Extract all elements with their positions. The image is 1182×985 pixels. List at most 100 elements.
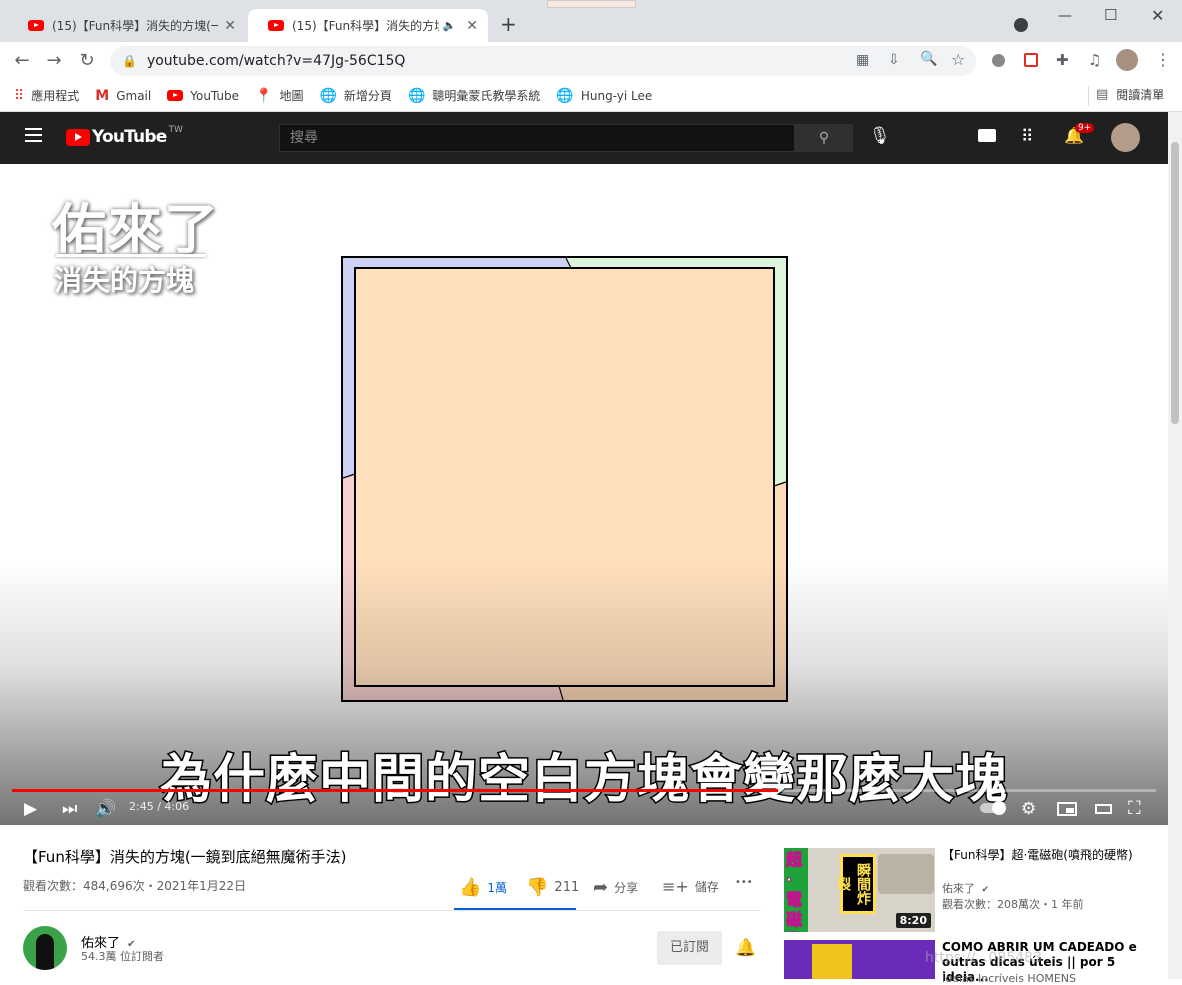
bookmark-hung-yi-lee[interactable]: 🌐 Hung-yi Lee <box>556 88 652 104</box>
reading-list-button[interactable]: ▤ 閱讀清單 <box>1096 86 1164 103</box>
bookmark-gmail[interactable]: M Gmail <box>95 88 151 104</box>
player-controls: ▶ ⏭ 🔊 2:45 / 4:06 ⚙ ⛶ <box>0 795 1168 825</box>
channel-avatar[interactable] <box>23 926 67 970</box>
create-video-icon[interactable] <box>978 129 996 142</box>
theater-mode-icon[interactable] <box>1095 804 1112 814</box>
youtube-apps-icon[interactable]: ⠿ <box>1021 127 1033 147</box>
speaker-audio-icon[interactable]: 🔈 <box>443 19 457 32</box>
time-display: 2:45 / 4:06 <box>129 800 190 813</box>
youtube-favicon-icon <box>268 20 284 31</box>
volume-icon[interactable]: 🔊 <box>95 797 116 821</box>
channel-watermark-title: 佑來了 <box>52 198 220 261</box>
bookmark-label: Gmail <box>116 88 152 103</box>
bookmark-star-icon[interactable]: ☆ <box>951 50 965 69</box>
autoplay-toggle[interactable] <box>980 801 1006 815</box>
media-queue-icon[interactable]: ♫ <box>1088 51 1101 69</box>
tab-close-icon[interactable]: ✕ <box>224 18 236 34</box>
bookmarks-divider <box>1088 86 1089 106</box>
logo-text: YouTube <box>92 127 167 147</box>
search-icon: ⚲ <box>818 130 830 146</box>
url-text: youtube.com/watch?v=47Jg-56C15Q <box>146 53 406 69</box>
search-button[interactable]: ⚲ <box>795 124 853 152</box>
qr-code-icon[interactable]: ▦ <box>856 52 869 68</box>
progress-bar[interactable] <box>12 789 1156 792</box>
miniplayer-icon[interactable] <box>1057 802 1077 816</box>
new-tab-button[interactable]: + <box>500 12 517 36</box>
watermark-underline <box>56 254 206 257</box>
play-icon[interactable]: ▶ <box>24 797 37 821</box>
tab-search-icon[interactable] <box>1014 18 1028 32</box>
account-avatar[interactable] <box>1111 123 1140 152</box>
bookmark-label: 應用程式 <box>31 89 80 103</box>
recommendation-title-1[interactable]: 【Fun科學】超·電磁砲(噴飛的硬幣) <box>942 848 1138 863</box>
video-player[interactable]: 佑來了 消失的方塊 為什麼中間的空白方塊會變那麼大塊 ▶ ⏭ 🔊 2:45 / … <box>0 165 1168 825</box>
region-code: TW <box>168 125 183 135</box>
maximize-window-button[interactable]: ☐ <box>1104 6 1117 24</box>
thumbnail-text-2: 瞬間炸裂 <box>835 854 876 914</box>
share-arrow-icon: ➦ <box>593 877 609 898</box>
thumbs-up-icon: 👍 <box>459 877 482 898</box>
browser-tab-2-active[interactable]: (15)【Fun科學】消失的方塊 🔈 ✕ <box>248 9 488 42</box>
scrollbar-thumb[interactable] <box>1171 142 1179 424</box>
share-button[interactable]: ➦ 分享 <box>593 877 638 898</box>
youtube-icon <box>167 90 184 101</box>
bookmark-youtube[interactable]: YouTube <box>167 89 239 103</box>
address-bar[interactable]: 🔒 youtube.com/watch?v=47Jg-56C15Q ▦ ⇩ 🔍 … <box>110 46 976 76</box>
gmail-icon: M <box>95 87 110 104</box>
subscribed-button[interactable]: 已訂閱 <box>657 931 722 965</box>
page-scrollbar[interactable] <box>1168 112 1182 979</box>
youtube-logo[interactable]: YouTube TW <box>66 125 183 147</box>
bookmark-maps[interactable]: 📍 地圖 <box>255 87 303 104</box>
recommendation-channel-1[interactable]: 佑來了 ✔ <box>942 880 989 896</box>
reading-list-label: 閱讀清單 <box>1116 88 1165 102</box>
fullscreen-icon[interactable]: ⛶ <box>1128 797 1141 821</box>
verified-check-icon: ✔ <box>981 885 990 895</box>
maps-pin-icon: 📍 <box>255 87 273 104</box>
save-button[interactable]: ≡+ 儲存 <box>662 877 719 896</box>
browser-tab-1[interactable]: (15)【Fun科學】消失的方塊(一鏡 ✕ <box>8 9 246 42</box>
tab-title: (15)【Fun科學】消失的方塊(一鏡 <box>52 19 219 33</box>
recommendation-thumbnail-2[interactable] <box>784 940 935 979</box>
dislike-count: 211 <box>554 880 580 895</box>
install-app-icon[interactable]: ⇩ <box>888 52 900 68</box>
reload-icon[interactable]: ↻ <box>76 50 98 72</box>
bookmark-label: 地圖 <box>279 89 304 103</box>
notification-bell-icon[interactable]: 🔔 <box>735 938 756 958</box>
tab-strip-drag-handle <box>547 0 636 8</box>
bookmark-apps[interactable]: ⠿ 應用程式 <box>14 87 79 104</box>
tab-title: (15)【Fun科學】消失的方塊 <box>292 19 439 33</box>
tab-close-icon[interactable]: ✕ <box>466 18 478 34</box>
recommendation-thumbnail-1[interactable]: 超·電磁砲 瞬間炸裂 8:20 <box>784 848 935 932</box>
browser-tab-strip: (15)【Fun科學】消失的方塊(一鏡 ✕ (15)【Fun科學】消失的方塊 🔈… <box>0 0 1182 42</box>
video-duration: 8:20 <box>895 913 931 928</box>
thumbs-down-icon: 👎 <box>526 877 549 898</box>
profile-avatar[interactable] <box>1116 49 1138 71</box>
extensions-puzzle-icon[interactable]: ✚ <box>1056 51 1069 69</box>
coin-stack-image <box>878 854 934 894</box>
youtube-header: YouTube TW 搜尋 ⚲ 🎙 ⠿ 🔔 9+ <box>0 112 1168 164</box>
youtube-play-icon <box>66 128 90 146</box>
extension-circle-icon[interactable] <box>992 54 1005 67</box>
zoom-icon[interactable]: 🔍 <box>920 51 937 67</box>
microphone-icon[interactable]: 🎙 <box>869 126 891 146</box>
like-button[interactable]: 👍 1萬 <box>459 877 507 898</box>
back-arrow-icon[interactable]: ← <box>11 50 33 72</box>
bookmark-montessori[interactable]: 🌐 聰明彙蒙氏教學系統 <box>408 87 540 104</box>
search-input[interactable]: 搜尋 <box>279 124 795 152</box>
minimize-window-button[interactable]: — <box>1058 8 1072 24</box>
extension-shield-icon[interactable] <box>1024 53 1038 67</box>
bookmark-new-tab[interactable]: 🌐 新增分頁 <box>319 87 391 104</box>
subscriber-count: 54.3萬 位訂閱者 <box>81 950 164 963</box>
add-to-playlist-icon: ≡+ <box>662 877 689 896</box>
globe-icon: 🌐 <box>319 87 337 104</box>
browser-menu-icon[interactable]: ⋮ <box>1155 50 1171 69</box>
hamburger-menu-icon[interactable] <box>25 128 42 142</box>
forward-arrow-icon[interactable]: → <box>43 50 65 72</box>
more-actions-icon[interactable]: ••• <box>735 877 753 888</box>
settings-gear-icon[interactable]: ⚙ <box>1021 797 1036 821</box>
next-video-icon[interactable]: ⏭ <box>62 797 77 821</box>
bookmark-label: Hung-yi Lee <box>580 88 653 103</box>
close-window-button[interactable]: ✕ <box>1151 6 1164 25</box>
faint-image-watermark: https://...085483 <box>925 950 1042 966</box>
dislike-button[interactable]: 👎 211 <box>526 877 579 898</box>
